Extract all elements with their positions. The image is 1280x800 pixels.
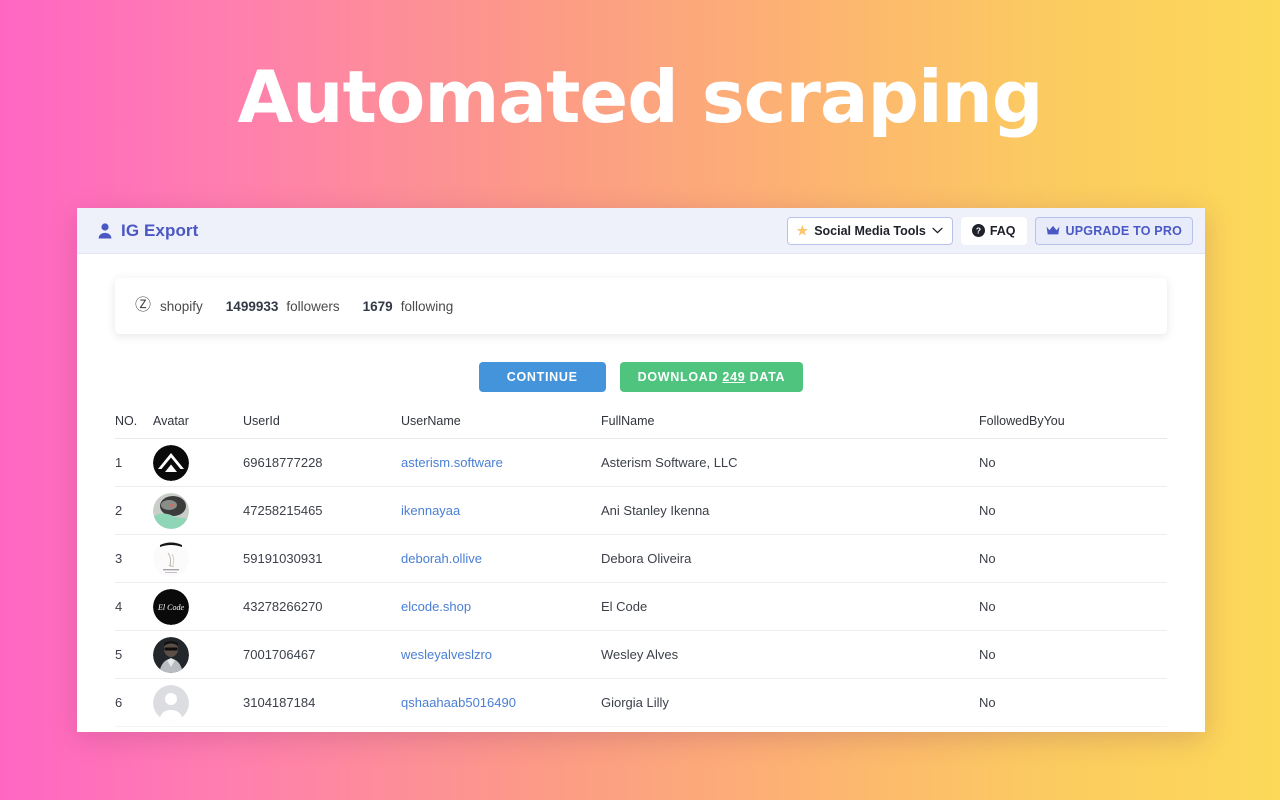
- upgrade-label: UPGRADE TO PRO: [1065, 223, 1182, 238]
- cell-userid: 47258215465: [243, 486, 401, 535]
- continue-button[interactable]: CONTINUE: [478, 362, 606, 392]
- cell-fullname: Giorgia Lilly: [601, 678, 979, 727]
- topbar-actions: ★ Social Media Tools ? FAQ UPGRADE TO PR…: [786, 216, 1193, 245]
- cell-avatar: [153, 486, 243, 535]
- column-header-followedbyyou: FollowedByYou: [979, 414, 1167, 439]
- cell-username[interactable]: qshaahaab5016490: [401, 678, 601, 727]
- cell-avatar: [153, 630, 243, 679]
- table-row: 6 3104187184 qshaahaab5016490 Giorgia Li…: [115, 678, 1167, 727]
- cell-no: 5: [115, 630, 153, 679]
- table-row: 3 59191030931 deborah.ollive Debora Oliv…: [115, 534, 1167, 583]
- sketch-avatar-deborah: [153, 540, 189, 577]
- cell-username[interactable]: ikennayaa: [401, 486, 601, 535]
- cell-userid: 59191030931: [243, 534, 401, 583]
- table-header-row: NO. Avatar UserId UserName FullName Foll…: [115, 414, 1167, 439]
- column-header-no: NO.: [115, 414, 153, 439]
- username-link[interactable]: deborah.ollive: [401, 551, 482, 566]
- svg-text:El Code: El Code: [157, 603, 184, 612]
- faq-button[interactable]: ? FAQ: [960, 216, 1027, 245]
- cell-followedbyyou: No: [979, 678, 1167, 727]
- following-label: following: [400, 298, 454, 314]
- cell-userid: 3104187184: [243, 678, 401, 727]
- cell-userid: 7001706467: [243, 630, 401, 679]
- column-header-userid: UserId: [243, 414, 401, 439]
- headline-text: Automated scraping: [237, 55, 1044, 139]
- at-icon: Ⓩ: [135, 297, 152, 314]
- table-row: 2 47258215465 ikennayaa Ani Stanley Iken…: [115, 486, 1167, 535]
- cell-fullname: Debora Oliveira: [601, 534, 979, 583]
- cell-no: 2: [115, 486, 153, 535]
- crown-icon: [1046, 225, 1060, 236]
- results-table-wrap: NO. Avatar UserId UserName FullName Foll…: [115, 414, 1167, 727]
- download-data-button[interactable]: DOWNLOAD 249 DATA: [619, 362, 804, 392]
- followers-label: followers: [286, 298, 340, 314]
- download-count: 249: [722, 370, 746, 384]
- account-info-card: Ⓩ shopify 1499933 followers 1679 followi…: [115, 278, 1167, 334]
- brand: IG Export: [97, 221, 198, 241]
- table-head: NO. Avatar UserId UserName FullName Foll…: [115, 414, 1167, 439]
- cell-username[interactable]: wesleyalveslzro: [401, 630, 601, 679]
- cell-fullname: Asterism Software, LLC: [601, 438, 979, 487]
- cell-no: 1: [115, 438, 153, 487]
- person-icon: [97, 222, 113, 239]
- username-link[interactable]: asterism.software: [401, 455, 503, 470]
- cell-followedbyyou: No: [979, 534, 1167, 583]
- photo-avatar-ikennayaa: [153, 492, 189, 529]
- cell-username[interactable]: asterism.software: [401, 438, 601, 487]
- cell-no: 6: [115, 678, 153, 727]
- svg-text:?: ?: [976, 226, 981, 236]
- cell-avatar: [153, 678, 243, 727]
- chevron-down-icon: [932, 227, 943, 234]
- followers-count: 1499933: [225, 298, 279, 314]
- action-buttons: CONTINUE DOWNLOAD 249 DATA: [115, 362, 1167, 392]
- cell-fullname: Ani Stanley Ikenna: [601, 486, 979, 535]
- cell-followedbyyou: No: [979, 630, 1167, 679]
- username-link[interactable]: ikennayaa: [401, 503, 460, 518]
- username-link[interactable]: wesleyalveslzro: [401, 647, 492, 662]
- cell-no: 4: [115, 582, 153, 631]
- brand-name: IG Export: [121, 220, 199, 240]
- app-window: IG Export ★ Social Media Tools ? FAQ UPG…: [77, 208, 1205, 732]
- column-header-avatar: Avatar: [153, 414, 243, 439]
- cell-username[interactable]: elcode.shop: [401, 582, 601, 631]
- username-link[interactable]: elcode.shop: [401, 599, 471, 614]
- cell-userid: 43278266270: [243, 582, 401, 631]
- cell-followedbyyou: No: [979, 486, 1167, 535]
- app-topbar: IG Export ★ Social Media Tools ? FAQ UPG…: [77, 208, 1205, 254]
- upgrade-to-pro-button[interactable]: UPGRADE TO PRO: [1034, 216, 1193, 245]
- cell-username[interactable]: deborah.ollive: [401, 534, 601, 583]
- photo-avatar-wesley: [153, 636, 189, 673]
- social-media-tools-label: Social Media Tools: [814, 223, 926, 238]
- table-row: 1 69618777228 asterism.software Asterism…: [115, 438, 1167, 487]
- cell-avatar: [153, 534, 243, 583]
- asterism-logo-avatar: [153, 444, 189, 481]
- username-link[interactable]: qshaahaab5016490: [401, 695, 516, 710]
- app-body: Ⓩ shopify 1499933 followers 1679 followi…: [77, 278, 1205, 727]
- table-row: 4 El Code 43278266270 elcode.shop El Cod…: [115, 582, 1167, 631]
- help-circle-icon: ?: [971, 224, 985, 237]
- cell-avatar: El Code: [153, 582, 243, 631]
- cell-followedbyyou: No: [979, 582, 1167, 631]
- cell-followedbyyou: No: [979, 438, 1167, 487]
- account-username: shopify: [160, 298, 203, 314]
- default-placeholder-avatar: [153, 684, 189, 721]
- cell-fullname: Wesley Alves: [601, 630, 979, 679]
- cell-fullname: El Code: [601, 582, 979, 631]
- column-header-username: UserName: [401, 414, 601, 439]
- column-header-fullname: FullName: [601, 414, 979, 439]
- star-icon: ★: [796, 223, 809, 238]
- download-prefix: DOWNLOAD: [637, 370, 723, 384]
- cell-userid: 69618777228: [243, 438, 401, 487]
- table-body: 1 69618777228 asterism.software Asterism…: [115, 438, 1167, 727]
- following-count: 1679: [362, 298, 393, 314]
- cell-no: 3: [115, 534, 153, 583]
- table-row: 5 7001706467 wesleyalveslzro Wesley Alve…: [115, 630, 1167, 679]
- results-table: NO. Avatar UserId UserName FullName Foll…: [115, 414, 1167, 727]
- cell-avatar: [153, 438, 243, 487]
- elcode-logo-avatar: El Code: [153, 588, 189, 625]
- faq-label: FAQ: [989, 223, 1016, 238]
- hero-headline: Automated scraping: [0, 0, 1280, 208]
- social-media-tools-dropdown[interactable]: ★ Social Media Tools: [786, 216, 953, 245]
- download-suffix: DATA: [745, 370, 786, 384]
